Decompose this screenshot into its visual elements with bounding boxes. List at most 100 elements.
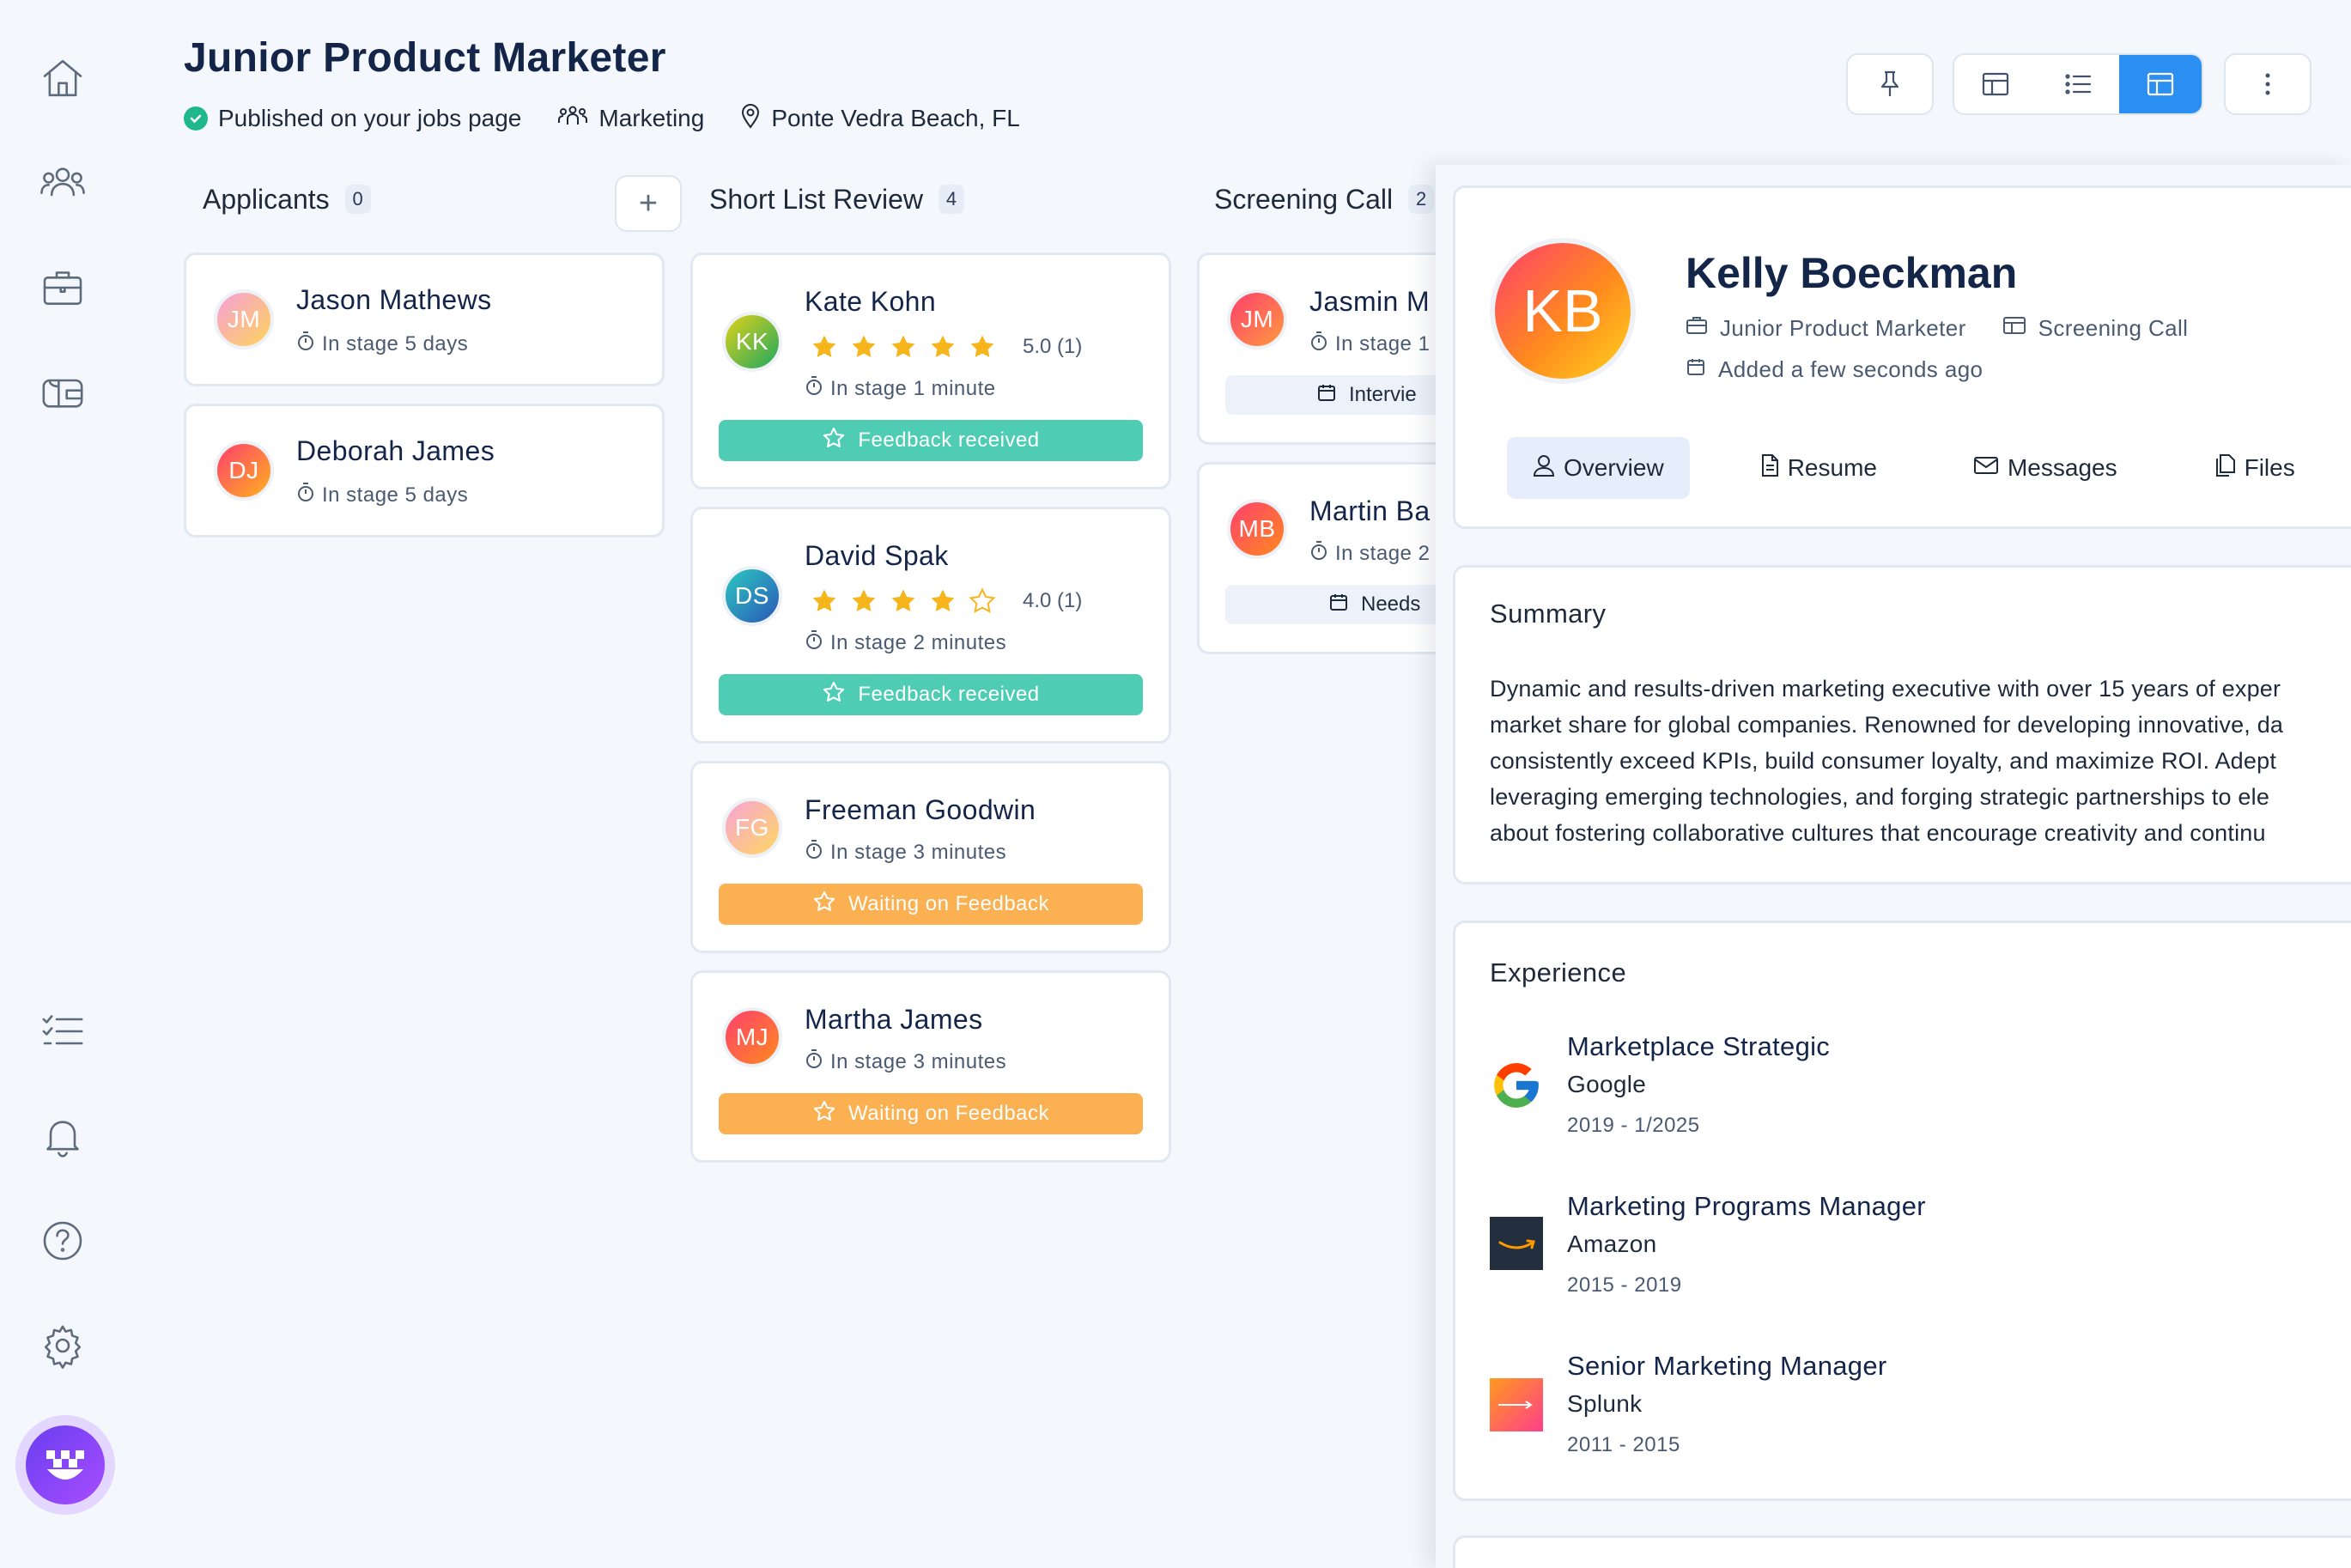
star-filled-icon xyxy=(891,335,915,358)
avatar: MB xyxy=(1227,499,1287,559)
pin-button[interactable] xyxy=(1846,53,1934,115)
star-outline-icon xyxy=(822,426,846,456)
stage-text: In stage 2 xyxy=(1335,541,1431,565)
timer-icon xyxy=(1309,540,1328,567)
candidate-card[interactable]: KK Kate Kohn 5.0 (1) In stage 1 minute F… xyxy=(690,252,1171,489)
profile-stage-text: Screening Call xyxy=(2038,315,2189,341)
profile-name: Kelly Boeckman xyxy=(1686,249,2018,297)
stage-text: In stage 5 days xyxy=(322,331,469,356)
star-filled-icon xyxy=(891,589,915,612)
pin-toolbar xyxy=(1846,53,1934,115)
department-text: Marketing xyxy=(598,105,705,131)
publish-status-text: Published on your jobs page xyxy=(218,105,522,131)
candidate-card[interactable]: DJ Deborah James In stage 5 days xyxy=(184,404,665,538)
add-applicant-button[interactable]: + xyxy=(615,175,682,232)
briefcase-icon xyxy=(1686,315,1708,342)
badge-text: Feedback received xyxy=(858,683,1040,706)
experience-dates: 2019 - 1/2025 xyxy=(1567,1114,1700,1137)
tab-overview[interactable]: Overview xyxy=(1507,437,1690,499)
column-count: 2 xyxy=(1408,185,1435,214)
candidate-name: David Spak xyxy=(805,540,949,571)
tab-messages[interactable]: Messages xyxy=(1947,437,2143,499)
timer-icon xyxy=(805,629,823,656)
candidate-card[interactable]: JM Jason Mathews In stage 5 days xyxy=(184,252,665,386)
candidate-name: Freeman Goodwin xyxy=(805,794,1036,825)
candidate-name: Martha James xyxy=(805,1004,983,1035)
brand-logo[interactable] xyxy=(15,1415,115,1515)
rating: 5.0 (1) xyxy=(810,332,1082,362)
tab-files[interactable]: Files xyxy=(2188,437,2321,499)
candidate-name: Martin Ba xyxy=(1309,495,1431,526)
stage-duration: In stage 2 minutes xyxy=(805,629,1006,656)
column-header-screening: Screening Call 2 xyxy=(1214,179,1435,220)
list-icon xyxy=(2065,74,2092,94)
help-icon[interactable] xyxy=(34,1212,91,1269)
location: Ponte Vedra Beach, FL xyxy=(740,103,1020,135)
checklist-icon[interactable] xyxy=(34,1003,91,1060)
gear-icon[interactable] xyxy=(34,1317,91,1374)
column-title: Short List Review xyxy=(709,183,923,215)
pipeline-stage-icon xyxy=(2002,315,2026,342)
split-view-button[interactable] xyxy=(2119,55,2202,113)
board-view-button[interactable] xyxy=(1954,55,2037,113)
location-pin-icon xyxy=(740,103,761,135)
candidate-card[interactable]: MJ Martha James In stage 3 minutes Waiti… xyxy=(690,970,1171,1163)
user-icon xyxy=(1533,453,1555,483)
people-icon[interactable] xyxy=(34,155,91,211)
star-rating-icons xyxy=(810,586,997,616)
layout-active-icon xyxy=(2147,72,2174,96)
stage-duration: In stage 5 days xyxy=(296,482,468,508)
summary-line: leveraging emerging technologies, and fo… xyxy=(1490,784,2270,810)
more-vertical-icon xyxy=(2265,73,2270,95)
timer-icon xyxy=(296,331,315,357)
candidate-name: Kate Kohn xyxy=(805,286,937,317)
chip-text: Needs xyxy=(1361,593,1421,616)
timer-icon xyxy=(805,839,823,866)
star-filled-icon xyxy=(970,335,994,358)
profile-added-text: Added a few seconds ago xyxy=(1718,356,1983,382)
mail-icon xyxy=(1973,454,1999,482)
tab-resume[interactable]: Resume xyxy=(1734,437,1903,499)
bell-icon[interactable] xyxy=(34,1108,91,1164)
document-icon xyxy=(1760,453,1779,483)
candidate-name: Jason Mathews xyxy=(296,284,492,315)
experience-company: Amazon xyxy=(1567,1231,1657,1257)
view-switcher xyxy=(1953,53,2203,115)
rating-label: 5.0 (1) xyxy=(1023,335,1083,358)
sidebar xyxy=(0,0,125,1568)
candidate-card[interactable]: FG Freeman Goodwin In stage 3 minutes Wa… xyxy=(690,761,1171,953)
briefcase-icon[interactable] xyxy=(34,259,91,316)
column-count: 0 xyxy=(344,185,371,214)
experience-role: Marketplace Strategic xyxy=(1567,1031,1831,1061)
pin-icon xyxy=(1880,70,1899,96)
star-filled-icon xyxy=(931,589,955,612)
star-empty-icon xyxy=(969,587,996,613)
stage-duration: In stage 1 minute xyxy=(805,375,996,402)
job-meta: Published on your jobs page Marketing Po… xyxy=(184,101,1020,136)
candidate-name: Jasmin M xyxy=(1309,286,1431,317)
check-circle-icon xyxy=(184,106,208,131)
list-view-button[interactable] xyxy=(2037,55,2119,113)
star-outline-icon xyxy=(822,680,846,710)
summary-line: about fostering collaborative cultures t… xyxy=(1490,820,2266,846)
more-options-button[interactable] xyxy=(2224,53,2312,115)
timer-icon xyxy=(1309,331,1328,357)
chip-text: Intervie xyxy=(1349,383,1417,406)
tab-label: Messages xyxy=(2007,454,2117,481)
stage-duration: In stage 2 xyxy=(1309,540,1430,567)
plus-icon: + xyxy=(638,185,659,222)
avatar: MJ xyxy=(722,1007,782,1067)
home-icon[interactable] xyxy=(34,50,91,106)
brand-mark-icon xyxy=(26,1425,105,1504)
column-header-shortlist: Short List Review 4 xyxy=(709,179,964,220)
experience-company: Splunk xyxy=(1567,1390,1643,1417)
layout-icon xyxy=(1982,72,2009,96)
candidate-card[interactable]: DS David Spak 4.0 (1) In stage 2 minutes… xyxy=(690,507,1171,744)
avatar: JM xyxy=(214,289,274,349)
team-icon xyxy=(557,104,588,134)
tab-label: Resume xyxy=(1787,454,1877,481)
badge-text: Waiting on Feedback xyxy=(847,892,1050,915)
summary-line: Dynamic and results-driven marketing exe… xyxy=(1490,676,2281,702)
wallet-icon[interactable] xyxy=(34,364,91,421)
avatar: FG xyxy=(722,798,782,858)
